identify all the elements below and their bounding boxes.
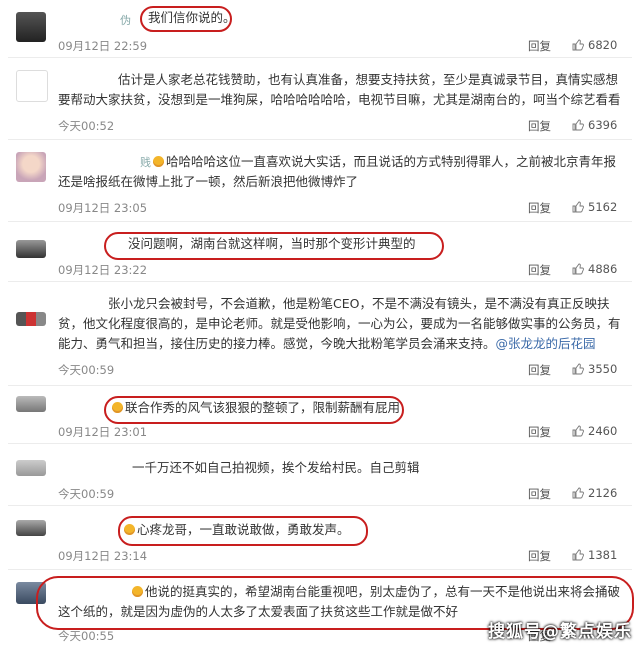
comment-text: 一千万还不如自己拍视频，挨个发给村民。自己剪辑 [132,460,420,475]
username[interactable]: 伪 [120,12,131,28]
like-button[interactable]: 1381 [572,548,617,562]
like-button[interactable]: 2126 [572,486,617,500]
timestamp: 今天00:59 [58,487,115,501]
comment-text: 哈哈哈哈这位一直喜欢说大实话，而且说话的方式特别得罪人，之前被北京青年报还是啥报… [58,154,617,189]
thumbs-up-icon [572,549,584,561]
reply-button[interactable]: 回复 [528,362,551,378]
thumbs-up-icon [572,487,584,499]
timestamp: 09月12日 23:22 [58,263,148,277]
reply-button[interactable]: 回复 [528,262,551,278]
timestamp: 今天00:59 [58,363,115,377]
comment: 心疼龙哥，一直敢说敢做，勇敢发声。 09月12日 23:14 回复 1381 [0,506,640,570]
timestamp: 09月12日 23:01 [58,425,148,439]
like-button[interactable]: 6396 [572,118,617,132]
highlight-oval [140,6,232,32]
like-count: 5162 [588,200,618,214]
like-count: 3550 [588,362,618,376]
reply-button[interactable]: 回复 [528,200,551,216]
comment: 一千万还不如自己拍视频，挨个发给村民。自己剪辑 今天00:59 回复 2126 [0,444,640,506]
thumbs-up-icon [572,263,584,275]
highlight-oval [104,232,444,260]
avatar[interactable] [16,240,46,258]
avatar[interactable] [16,312,46,326]
avatar[interactable] [16,70,48,102]
comment: 贱 哈哈哈哈这位一直喜欢说大实话，而且说话的方式特别得罪人，之前被北京青年报还是… [0,140,640,222]
avatar[interactable] [16,12,46,42]
timestamp: 09月12日 22:59 [58,39,148,53]
like-button[interactable]: 5162 [572,200,617,214]
timestamp: 09月12日 23:05 [58,201,148,215]
avatar[interactable] [16,460,46,476]
reply-button[interactable]: 回复 [528,424,551,440]
thumbs-up-icon [572,363,584,375]
reply-button[interactable]: 回复 [528,118,551,134]
timestamp: 今天00:55 [58,629,115,643]
comment: 估计是人家老总花钱赞助，也有认真准备，想要支持扶贫，至少是真诚录节目，真情实感想… [0,58,640,140]
comment: 没问题啊，湖南台就这样啊，当时那个变形计典型的 09月12日 23:22 回复 … [0,222,640,282]
highlight-oval [118,516,368,546]
reply-button[interactable]: 回复 [528,38,551,54]
thumbs-up-icon [572,425,584,437]
comment-text: 估计是人家老总花钱赞助，也有认真准备，想要支持扶贫，至少是真诚录节目，真情实感想… [58,72,621,107]
timestamp: 09月12日 23:14 [58,549,148,563]
like-button[interactable]: 6820 [572,38,617,52]
comment: 张小龙只会被封号，不会道歉，他是粉笔CEO，不是不满没有镜头，是不满没有真正反映… [0,282,640,386]
like-button[interactable]: 2460 [572,424,617,438]
thumbs-up-icon [572,201,584,213]
comment: 伪 我们信你说的。 09月12日 22:59 回复 6820 [0,0,640,58]
avatar[interactable] [16,152,46,182]
like-count: 4886 [588,262,618,276]
highlight-oval [104,396,404,424]
like-count: 6820 [588,38,618,52]
timestamp: 今天00:52 [58,119,115,133]
reply-button[interactable]: 回复 [528,548,551,564]
emoji-icon [153,156,164,167]
avatar[interactable] [16,520,46,536]
avatar[interactable] [16,396,46,412]
like-count: 1381 [588,548,618,562]
thumbs-up-icon [572,119,584,131]
like-button[interactable]: 4886 [572,262,617,276]
like-count: 2460 [588,424,618,438]
watermark: 搜狐号@繁点娱乐 [488,622,632,642]
comment: 联合作秀的风气该狠狠的整顿了，限制薪酬有屁用 09月12日 23:01 回复 2… [0,386,640,444]
mention-link[interactable]: @张龙龙的后花园 [496,336,596,351]
like-count: 6396 [588,118,618,132]
comment-text: 张小龙只会被封号，不会道歉，他是粉笔CEO，不是不满没有镜头，是不满没有真正反映… [58,296,621,351]
like-count: 2126 [588,486,618,500]
thumbs-up-icon [572,39,584,51]
reply-button[interactable]: 回复 [528,486,551,502]
like-button[interactable]: 3550 [572,362,617,376]
